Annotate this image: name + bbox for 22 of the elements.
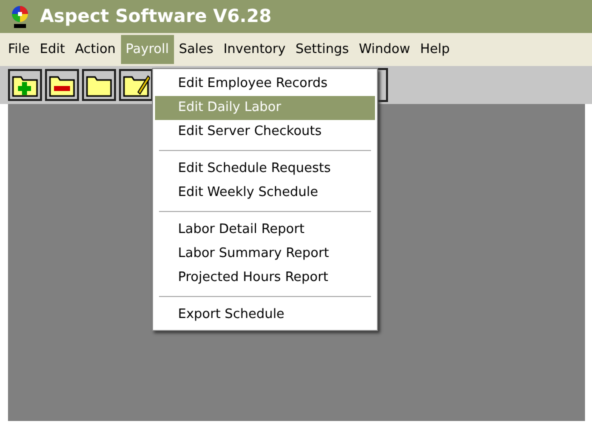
menu-item[interactable]: Help: [415, 35, 455, 64]
menu-item[interactable]: Settings: [290, 35, 354, 64]
menu-item[interactable]: Edit Schedule Requests: [155, 157, 375, 181]
menu-item[interactable]: Action: [70, 35, 121, 64]
menu-item[interactable]: Projected Hours Report: [155, 266, 375, 290]
remove-button[interactable]: [45, 69, 79, 101]
menu-item[interactable]: Window: [354, 35, 416, 64]
menu-item[interactable]: Edit Weekly Schedule: [155, 181, 375, 205]
app-logo-icon: [10, 4, 30, 28]
menu-item[interactable]: Edit: [34, 35, 70, 64]
menu-item[interactable]: File: [3, 35, 35, 64]
menu-item[interactable]: Export Schedule: [155, 303, 375, 327]
folder-button[interactable]: [82, 69, 116, 101]
menu-item[interactable]: Inventory: [218, 35, 291, 64]
menu-item[interactable]: Labor Detail Report: [155, 218, 375, 242]
menu-item[interactable]: Labor Summary Report: [155, 242, 375, 266]
menu-item[interactable]: Edit Server Checkouts: [155, 120, 375, 144]
window-title: Aspect Software V6.28: [40, 6, 272, 27]
edit-button[interactable]: [119, 69, 153, 101]
menu-item[interactable]: Edit Employee Records: [155, 72, 375, 96]
add-button[interactable]: [8, 69, 42, 101]
menu-item[interactable]: Sales: [174, 35, 218, 64]
